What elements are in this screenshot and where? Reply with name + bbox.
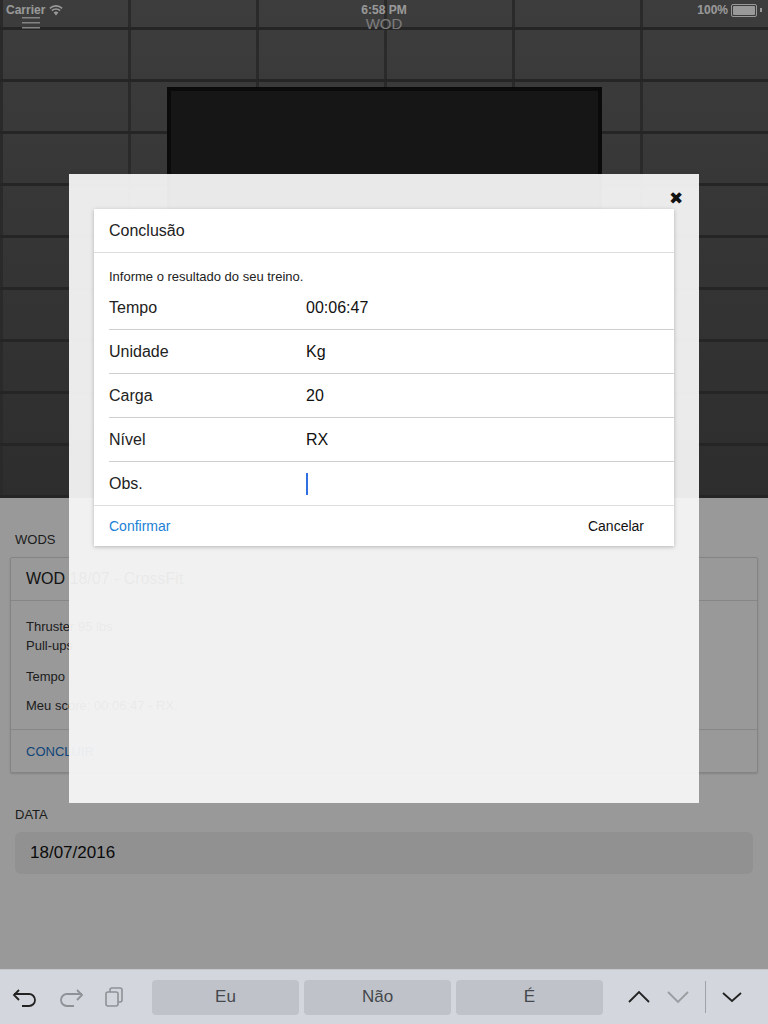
suggestion-button[interactable]: Não xyxy=(304,980,451,1015)
dialog-actions: Confirmar Cancelar xyxy=(94,506,674,546)
dialog-hint: Informe o resultado do seu treino. xyxy=(94,253,674,286)
text-cursor xyxy=(306,473,308,495)
dialog-button[interactable]: Confirmar xyxy=(109,518,170,534)
field-input[interactable] xyxy=(306,473,674,495)
dismiss-keyboard-icon[interactable] xyxy=(721,991,743,1003)
modal: ✖ConclusãoInforme o resultado do seu tre… xyxy=(69,174,699,803)
field-row: UnidadeKg xyxy=(109,330,674,374)
field-row: Tempo00:06:47 xyxy=(109,286,674,330)
field-input[interactable]: Kg xyxy=(306,343,674,361)
clipboard-icon[interactable] xyxy=(104,986,126,1008)
field-label: Tempo xyxy=(109,299,306,317)
field-row: NívelRX xyxy=(109,418,674,462)
redo-icon[interactable] xyxy=(58,987,84,1007)
suggestion-button[interactable]: É xyxy=(456,980,603,1015)
screen: Carrier6:58 PM100%WODWODSWOD 18/07 - Cro… xyxy=(0,0,768,1024)
field-value: 00:06:47 xyxy=(306,299,368,317)
field-value: 20 xyxy=(306,387,324,405)
previous-field-icon[interactable] xyxy=(627,990,651,1004)
field-label: Nível xyxy=(109,431,306,449)
field-row: Obs. xyxy=(94,462,674,506)
field-input[interactable]: RX xyxy=(306,431,674,449)
field-row: Carga20 xyxy=(109,374,674,418)
suggestion-button[interactable]: Eu xyxy=(152,980,299,1015)
field-value: RX xyxy=(306,431,328,449)
field-input[interactable]: 00:06:47 xyxy=(306,299,674,317)
dialog-title: Conclusão xyxy=(94,209,674,253)
close-button[interactable]: ✖ xyxy=(669,188,683,209)
dialog-card: ConclusãoInforme o resultado do seu trei… xyxy=(94,209,674,546)
field-label: Unidade xyxy=(109,343,306,361)
next-field-icon[interactable] xyxy=(666,990,690,1004)
field-input[interactable]: 20 xyxy=(306,387,674,405)
field-value: Kg xyxy=(306,343,326,361)
dialog-button[interactable]: Cancelar xyxy=(588,518,644,534)
keyboard-bar: EuNãoÉ xyxy=(0,969,768,1024)
undo-icon[interactable] xyxy=(12,987,38,1007)
page: Carrier6:58 PM100%WODWODSWOD 18/07 - Cro… xyxy=(0,0,768,969)
field-label: Carga xyxy=(109,387,306,405)
field-label: Obs. xyxy=(109,475,306,493)
